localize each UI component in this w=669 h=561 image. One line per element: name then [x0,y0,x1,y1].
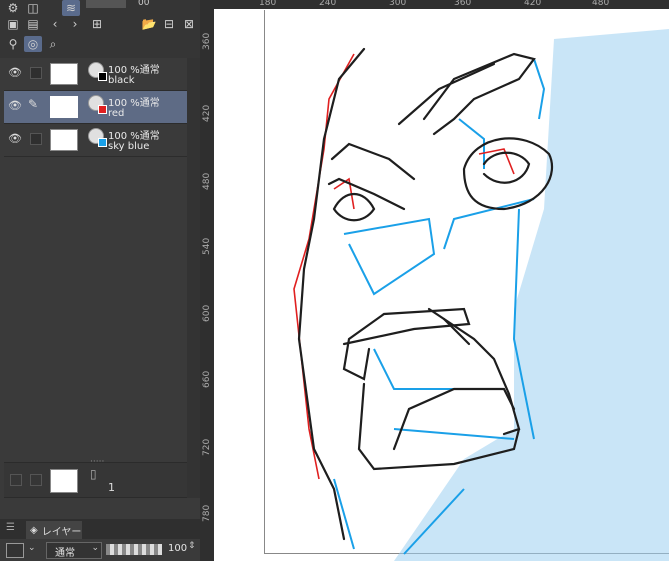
layer-color-swatch [98,138,107,147]
layer-name: black [108,75,135,86]
layers-icon: ◈ [30,524,38,536]
sketch-drawing[interactable] [214,9,669,561]
opacity-value: 100 [168,543,188,554]
settings-icon[interactable]: ⚙ [4,0,22,16]
ruler-tick: 360 [202,32,212,50]
menu-icon[interactable]: ☰ [6,522,15,533]
chevron-down-icon: ⌄ [91,543,99,553]
new-layer-icon[interactable]: ⊞ [88,16,106,32]
chevron-down-icon[interactable]: ⌄ [28,543,36,553]
layer-name: sky blue [108,141,150,152]
eye-icon[interactable]: 👁 [8,66,22,80]
pencil-icon: ✎ [28,97,39,111]
layer-thumbnail [50,129,78,151]
eye-icon[interactable]: 👁 [8,132,22,146]
layer-row-sky-blue[interactable]: 👁 100 %通常 sky blue [4,124,187,157]
ruler-tick: 180 [259,0,277,8]
blend-mode-select[interactable]: 通常 ⌄ [46,542,102,559]
new-raster-icon[interactable]: ▣ [4,16,22,32]
layer-list-empty-area [4,158,187,456]
ruler-tick: 780 [202,504,212,522]
sub-layer-checkbox[interactable] [10,474,22,486]
lock-icon[interactable]: ◫ [24,0,42,16]
layer-color-swatch [98,105,107,114]
layer-lock-checkbox[interactable] [30,67,42,79]
layer-color-swatch [98,72,107,81]
clip-icon[interactable]: ⌕ [44,36,62,52]
layer-toolbar: ⚙ ◫ ≋ 00 ▣ ▤ ‹ › ⊞ 📂 ⊟ ⊠ ⚲ ◎ ⌕ [0,0,200,58]
layer-name: red [108,108,125,119]
sky-blue-shading [394,29,669,561]
layer-thumbnail [50,96,78,118]
red-lines [293,53,515,480]
layer-stack-icon[interactable]: ≋ [62,0,80,16]
ruler-tick: 660 [202,370,212,388]
stepper-icon[interactable]: ⇕ [188,541,196,551]
layer-row-red[interactable]: 👁 ✎ 100 %通常 red [4,91,187,124]
sub-layer-list: ▯ 1 [4,462,187,498]
new-vector-icon[interactable]: ▤ [24,16,42,32]
arrow-left-icon[interactable]: ‹ [46,16,64,32]
ruler-tick: 480 [592,0,610,8]
reference-icon[interactable]: ⚲ [4,36,22,52]
opacity-slider[interactable] [86,0,126,8]
color-mode-button[interactable] [6,543,24,558]
zoom-value: 00 [138,0,150,8]
sub-layer-thumbnail [50,469,78,493]
ruler-tick: 420 [524,0,542,8]
tab-layer-label: レイヤー [41,526,82,538]
ruler-tick: 240 [319,0,337,8]
page-icon: ▯ [90,467,97,481]
ruler-tick: 600 [202,304,212,322]
ruler-tick: 360 [454,0,472,8]
ruler-tick: 720 [202,438,212,456]
ruler-vertical [200,0,214,561]
layer-opacity-blend: 100 %通常 [108,98,160,109]
mask-icon[interactable]: ◎ [24,36,42,52]
layer-opacity-blend: 100 %通常 [108,65,160,76]
layer-thumbnail [50,63,78,85]
ruler-tick: 420 [202,104,212,122]
ruler-tick: 480 [202,172,212,190]
layer-panel: ⚙ ◫ ≋ 00 ▣ ▤ ‹ › ⊞ 📂 ⊟ ⊠ ⚲ ◎ ⌕ 👁 100 %通常… [0,0,200,561]
layer-lock-checkbox[interactable] [30,133,42,145]
delete-layer-icon[interactable]: ⊠ [180,16,198,32]
layer-footer: ⌄ 通常 ⌄ 100 ⇕ [0,539,200,561]
layer-row-black[interactable]: 👁 100 %通常 black [4,58,187,91]
ruler-tick: 300 [389,0,407,8]
sub-layer-name: 1 [108,481,115,494]
merge-icon[interactable]: ⊟ [160,16,178,32]
folder-icon[interactable]: 📂 [140,16,158,32]
ruler-tick: 540 [202,237,212,255]
opacity-slider[interactable] [106,544,162,555]
eye-icon[interactable]: 👁 [8,99,22,113]
layer-scrollbar[interactable] [187,58,200,498]
arrow-right-icon[interactable]: › [66,16,84,32]
layer-opacity-blend: 100 %通常 [108,131,160,142]
sub-layer-lock[interactable] [30,474,42,486]
blend-mode-value: 通常 [55,548,75,559]
tab-layer[interactable]: ◈ レイヤー [26,521,82,539]
layer-list: 👁 100 %通常 black 👁 ✎ 100 %通常 red 👁 100 %通… [4,58,187,158]
